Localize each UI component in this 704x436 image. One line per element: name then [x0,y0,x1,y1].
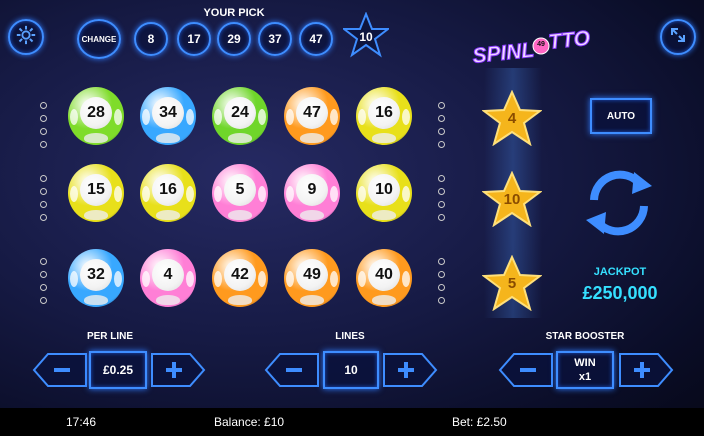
ball-number: 34 [152,97,184,129]
line-indicators-left [40,102,48,154]
reel-star-number: 4 [507,110,517,127]
per-line-value: £0.25 [89,351,147,389]
auto-button[interactable]: AUTO [590,98,652,134]
pick-number: 8 [134,22,168,56]
star-booster-win-label: WIN [574,357,596,369]
spinlotto-logo: SPINL TTO 49 [470,26,592,68]
star-pick: 10 [341,11,391,58]
lotto-ball: 32 [68,249,124,307]
ball-number: 4 [152,259,184,291]
ball-number: 49 [296,259,328,291]
line-indicators-right [438,175,446,227]
per-line-decrease-button[interactable] [32,352,88,388]
line-indicators-left [40,175,48,227]
svg-text:SPINL: SPINL [471,39,535,68]
ball-number: 5 [224,174,256,206]
star-booster-label: STAR BOOSTER [545,331,625,342]
ball-number: 16 [152,174,184,206]
expand-icon [669,26,687,49]
star-booster-decrease-button[interactable] [498,352,554,388]
reel-star: 10 [481,170,543,228]
star-booster-multiplier: x1 [578,371,592,383]
lines-decrease-button[interactable] [264,352,320,388]
lotto-ball: 5 [212,164,268,222]
change-picks-button[interactable]: CHANGE [77,19,121,59]
ball-number: 40 [368,259,400,291]
lotto-ball: 49 [284,249,340,307]
settings-button[interactable] [8,19,44,55]
lotto-ball: 47 [284,87,340,145]
lotto-ball: 42 [212,249,268,307]
ball-number: 24 [224,97,256,129]
line-indicators-left [40,258,48,310]
pick-number: 17 [177,22,211,56]
line-indicators-right [438,258,446,310]
lotto-ball: 24 [212,87,268,145]
lotto-ball: 15 [68,164,124,222]
spin-button[interactable] [574,158,664,248]
pick-number: 47 [299,22,333,56]
jackpot-value: £250,000 [582,283,658,303]
pick-number: 37 [258,22,292,56]
your-pick-title: YOUR PICK [203,7,265,19]
gear-icon [15,24,37,51]
lotto-ball: 10 [356,164,412,222]
reel-star: 4 [481,89,543,147]
lotto-ball: 16 [356,87,412,145]
ball-number: 32 [80,259,112,291]
pick-number: 29 [217,22,251,56]
clock-time: 17:46 [66,415,97,429]
refresh-icon [586,170,652,236]
star-pick-number: 10 [359,30,373,44]
lotto-ball: 34 [140,87,196,145]
logo-badge: 49 [537,41,545,48]
star-booster-increase-button[interactable] [618,352,674,388]
line-indicators-right [438,102,446,154]
jackpot-label: JACKPOT [593,266,647,278]
lotto-ball: 4 [140,249,196,307]
ball-number: 16 [368,97,400,129]
lotto-ball: 40 [356,249,412,307]
reel-star-number: 10 [503,191,521,208]
lotto-ball: 9 [284,164,340,222]
balance-text: Balance: £10 [214,415,285,429]
per-line-increase-button[interactable] [150,352,206,388]
lotto-ball: 16 [140,164,196,222]
lotto-ball: 28 [68,87,124,145]
ball-number: 15 [80,174,112,206]
reel-star-number: 5 [507,275,517,292]
svg-text:TTO: TTO [547,28,590,54]
lines-increase-button[interactable] [382,352,438,388]
ball-number: 28 [80,97,112,129]
bet-text: Bet: £2.50 [452,415,507,429]
ball-number: 47 [296,97,328,129]
reel-star: 5 [481,254,543,312]
star-booster-value: WIN x1 [556,351,614,389]
lines-label: LINES [335,331,365,342]
status-bar: 17:46 Balance: £10 Bet: £2.50 [0,408,704,436]
ball-number: 10 [368,174,400,206]
per-line-label: PER LINE [86,331,134,342]
lines-value: 10 [323,351,379,389]
ball-number: 42 [224,259,256,291]
fullscreen-button[interactable] [660,19,696,55]
ball-number: 9 [296,174,328,206]
